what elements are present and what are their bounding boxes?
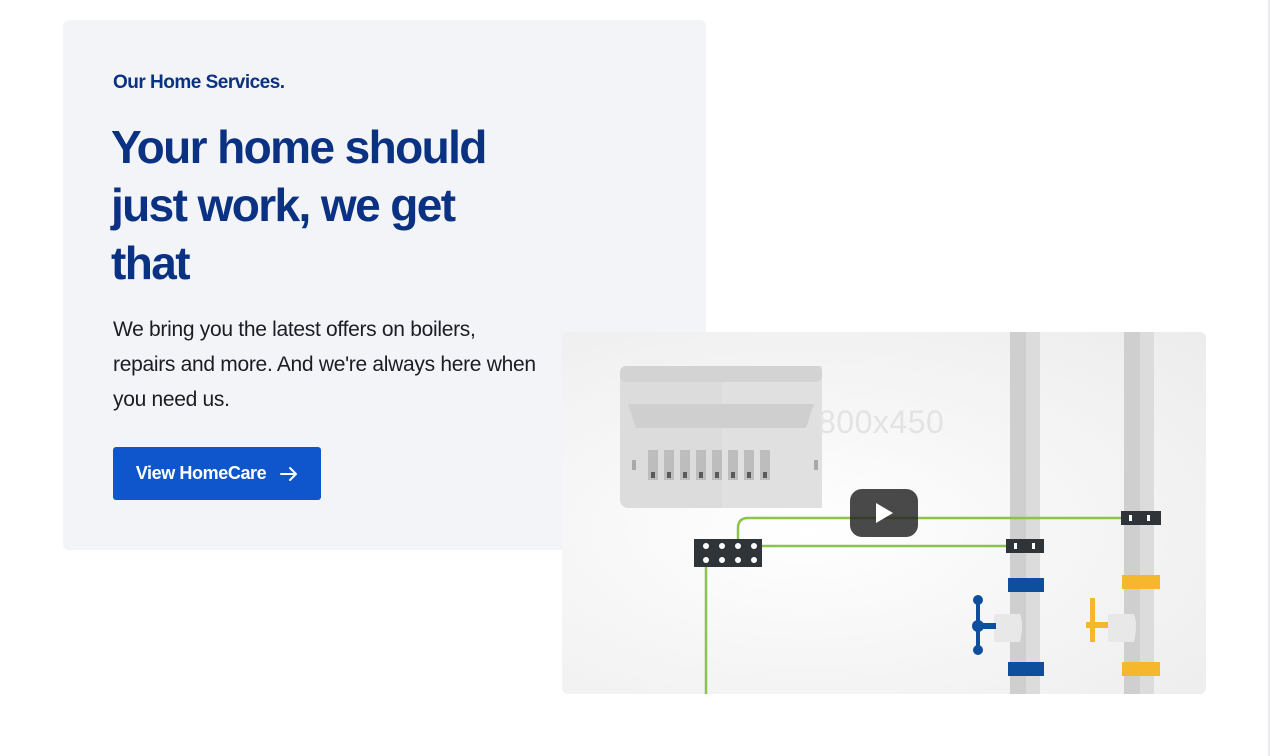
page: Our Home Services. Your home should just… — [0, 0, 1270, 756]
arrow-right-icon — [280, 466, 298, 481]
view-homecare-button[interactable]: View HomeCare — [113, 447, 321, 500]
section-body-text: We bring you the latest offers on boiler… — [113, 318, 536, 411]
play-button[interactable] — [850, 489, 918, 537]
video-player[interactable]: 800x450 — [562, 332, 1206, 694]
video-placeholder-size: 800x450 — [818, 404, 945, 440]
view-homecare-label: View HomeCare — [135, 463, 267, 483]
wires-illustration — [704, 516, 1124, 694]
play-icon — [876, 503, 893, 523]
section-eyebrow: Our Home Services. — [113, 72, 285, 93]
fuse-box-illustration — [620, 366, 822, 508]
terminal-block-illustration — [694, 539, 762, 567]
section-headline: Your home should just work, we get that — [111, 121, 487, 289]
